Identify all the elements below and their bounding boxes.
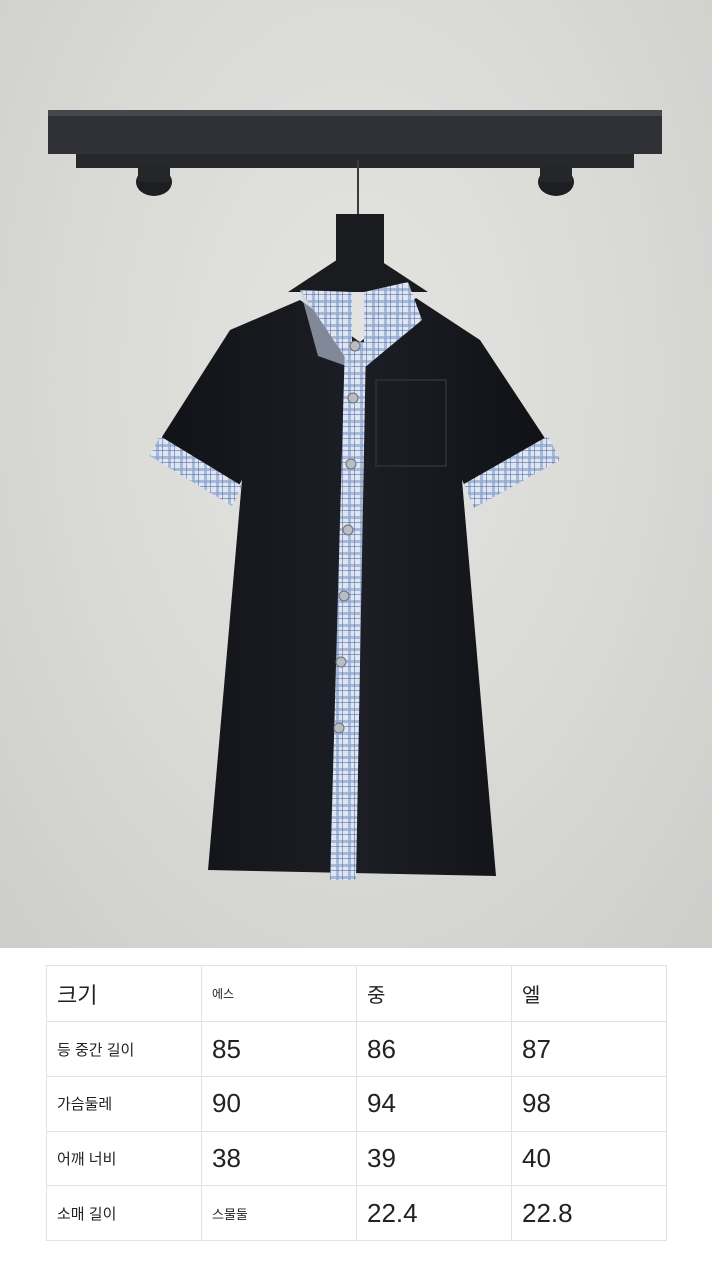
table-cell: 22.4 bbox=[356, 1185, 512, 1241]
table-cell: 40 bbox=[511, 1130, 667, 1187]
table-row: 등 중간 길이 85 86 87 bbox=[46, 1021, 667, 1078]
table-row: 소매 길이 스물둘 22.4 22.8 bbox=[46, 1185, 667, 1241]
size-table: 크기 에스 중 엘 등 중간 길이 85 86 87 가슴둘레 90 94 98… bbox=[46, 964, 667, 1241]
header-cell-l: 엘 bbox=[511, 964, 667, 1023]
table-cell: 86 bbox=[356, 1021, 512, 1078]
header-cell-m: 중 bbox=[356, 964, 512, 1023]
header-cell-s: 에스 bbox=[201, 964, 357, 1023]
header-cell-size: 크기 bbox=[46, 964, 202, 1023]
table-cell: 스물둘 bbox=[201, 1185, 357, 1241]
dress-illustration bbox=[48, 110, 662, 880]
table-row: 가슴둘레 90 94 98 bbox=[46, 1076, 667, 1132]
table-cell: 90 bbox=[201, 1076, 357, 1132]
table-cell: 22.8 bbox=[511, 1185, 667, 1241]
table-cell: 94 bbox=[356, 1076, 512, 1132]
table-header-row: 크기 에스 중 엘 bbox=[46, 964, 667, 1023]
table-cell: 98 bbox=[511, 1076, 667, 1132]
table-cell: 39 bbox=[356, 1130, 512, 1187]
row-label: 소매 길이 bbox=[46, 1185, 202, 1241]
row-label: 어깨 너비 bbox=[46, 1130, 202, 1187]
row-label: 등 중간 길이 bbox=[46, 1021, 202, 1078]
product-photo bbox=[0, 0, 712, 948]
hanger bbox=[288, 160, 428, 292]
row-label: 가슴둘레 bbox=[46, 1076, 202, 1132]
table-cell: 85 bbox=[201, 1021, 357, 1078]
dress bbox=[150, 282, 560, 880]
wall-shelf bbox=[48, 110, 662, 196]
table-cell: 87 bbox=[511, 1021, 667, 1078]
size-chart: 크기 에스 중 엘 등 중간 길이 85 86 87 가슴둘레 90 94 98… bbox=[0, 948, 712, 1280]
table-row: 어깨 너비 38 39 40 bbox=[46, 1130, 667, 1187]
table-cell: 38 bbox=[201, 1130, 357, 1187]
